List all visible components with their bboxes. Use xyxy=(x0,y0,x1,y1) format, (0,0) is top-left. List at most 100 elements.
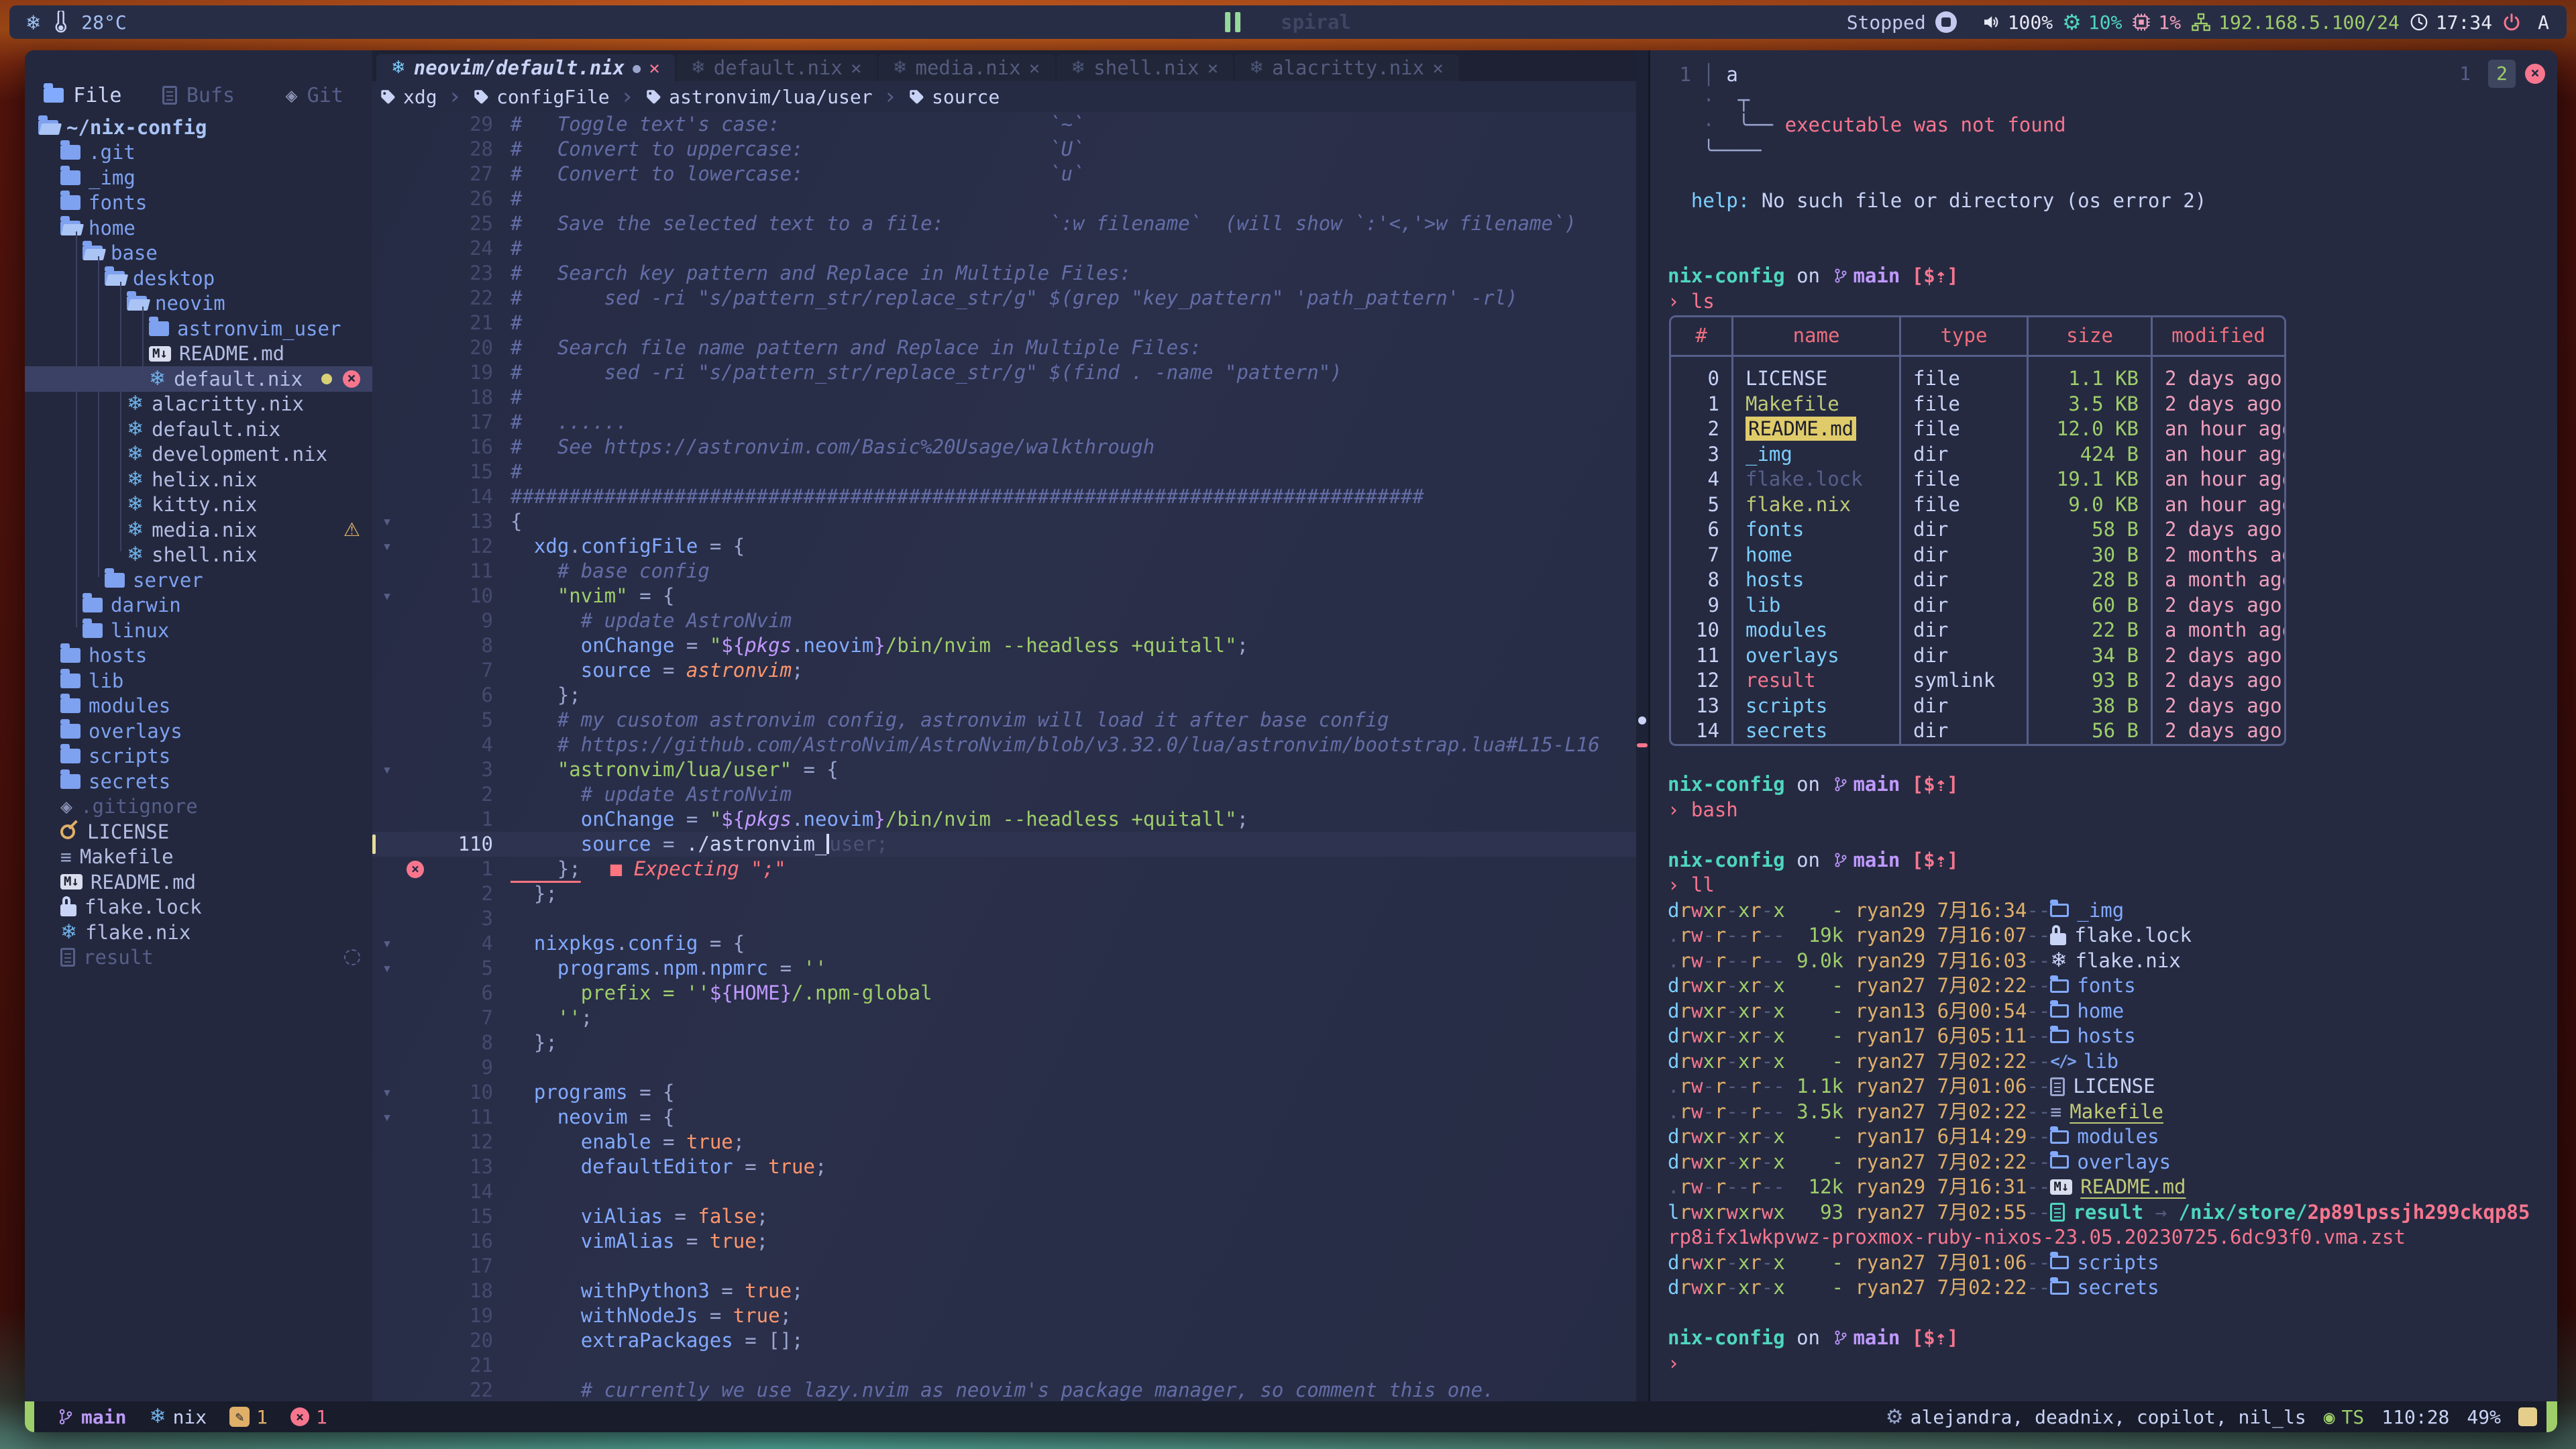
tree-item[interactable]: modules xyxy=(25,694,372,719)
table-header[interactable]: size xyxy=(2027,317,2151,357)
line-number: 3 xyxy=(429,906,511,931)
sidebar-tab-bufs[interactable]: Bufs xyxy=(141,84,257,107)
breadcrumb-item[interactable]: configFile xyxy=(472,86,610,108)
tree-item[interactable]: _img xyxy=(25,165,372,191)
shell-command[interactable]: › xyxy=(1668,1351,2557,1377)
table-header[interactable]: modified xyxy=(2151,317,2284,357)
line-number: 2 xyxy=(429,782,511,807)
fold-marker[interactable]: ▾ xyxy=(372,956,402,981)
power-icon xyxy=(2502,12,2522,32)
buffer-tab[interactable]: ❄shell.nix× xyxy=(1057,54,1234,81)
breadcrumb-item[interactable]: source xyxy=(908,86,1000,108)
line-number: 24 xyxy=(429,236,511,261)
close-icon[interactable]: × xyxy=(343,370,360,388)
cpu-indicator[interactable]: 1% xyxy=(2131,11,2181,34)
line-number: 13 xyxy=(429,1155,511,1179)
gear-icon: ⚙ xyxy=(1886,1405,1904,1429)
shell-command[interactable]: › bash xyxy=(1668,798,2557,823)
ll-row: drwxr-xr-x - ryan 27 7月 02:22 -- fonts xyxy=(1668,973,2557,999)
gnu-make-icon: ≡ xyxy=(60,846,72,868)
gear-icon: ⚙ xyxy=(2062,9,2082,35)
close-icon[interactable]: × xyxy=(1029,57,1040,79)
editor-scrollbar[interactable] xyxy=(1636,50,1648,1401)
terminal-tab-2[interactable]: 2 xyxy=(2488,60,2516,88)
git-icon: ◈ xyxy=(60,795,72,818)
terminal-pane[interactable]: 1 2 × 1 │ a · ┬ · ╰── executable was not… xyxy=(1648,50,2557,1401)
fold-marker[interactable]: ▾ xyxy=(372,757,402,782)
tree-item[interactable]: overlays xyxy=(25,718,372,744)
table-header[interactable]: type xyxy=(1899,317,2027,357)
tree-item[interactable]: M↓README.md xyxy=(25,869,372,895)
nix-icon: ❄ xyxy=(127,419,144,439)
fold-marker[interactable]: ▾ xyxy=(372,534,402,559)
nix-icon: ❄ xyxy=(60,922,77,943)
fold-marker[interactable]: ▾ xyxy=(372,1080,402,1105)
line-number: 13 xyxy=(429,509,511,534)
terminal-tab-1[interactable]: 1 xyxy=(2451,60,2479,88)
close-icon[interactable]: × xyxy=(649,57,660,79)
tree-item[interactable]: ≡Makefile xyxy=(25,845,372,870)
nix-icon: ❄ xyxy=(127,470,144,490)
shell-command[interactable]: › ll xyxy=(1668,873,2557,898)
editor-line: 27# Convert to lowercase: `u` xyxy=(372,162,1636,186)
tree-item[interactable]: fonts xyxy=(25,191,372,216)
chevron-right-icon: › xyxy=(883,83,897,110)
tree-item[interactable]: ◈.gitignore xyxy=(25,794,372,820)
buffer-tab[interactable]: ❄neovim/default.nix●× xyxy=(376,54,675,81)
table-header[interactable]: # xyxy=(1671,317,1731,357)
sidebar-tab-git[interactable]: ◈ Git xyxy=(256,84,372,107)
tree-item[interactable]: scripts xyxy=(25,744,372,769)
editor-line: 6 prefix = ''${HOME}/.npm-global xyxy=(372,981,1636,1006)
close-icon[interactable]: × xyxy=(1432,57,1444,79)
breadcrumb-item[interactable]: xdg xyxy=(379,86,437,108)
folder-icon xyxy=(60,195,80,210)
volume-indicator[interactable]: 100% xyxy=(1981,11,2053,34)
keyboard-layout[interactable]: A xyxy=(2538,11,2549,34)
editor-area: ❄neovim/default.nix●×❄default.nix×❄media… xyxy=(372,50,1636,1401)
close-icon[interactable]: × xyxy=(1207,57,1218,79)
line-number: 14 xyxy=(429,1179,511,1204)
tree-item[interactable]: ~/nix-config xyxy=(25,115,372,140)
breadcrumb-item[interactable]: astronvim/lua/user xyxy=(645,86,872,108)
folder-icon xyxy=(149,321,169,336)
tree-item[interactable]: LICENSE xyxy=(25,819,372,845)
tree-item[interactable]: lib xyxy=(25,668,372,694)
table-header[interactable]: name xyxy=(1731,317,1899,357)
fold-marker[interactable]: ▾ xyxy=(372,584,402,608)
tree-item[interactable]: secrets xyxy=(25,769,372,794)
clock-indicator[interactable]: 17:34 xyxy=(2409,11,2492,34)
shell-command[interactable]: › ls xyxy=(1668,289,2557,315)
memory-indicator[interactable]: ⚙ 10% xyxy=(2062,9,2122,35)
sidebar-tab-file[interactable]: File xyxy=(25,84,141,107)
statusline-git-branch[interactable]: main xyxy=(57,1406,126,1428)
ll-row: .rw-r--r-- 12k ryan 29 7月 16:31 -- M↓REA… xyxy=(1668,1175,2557,1200)
tree-item[interactable]: flake.lock xyxy=(25,895,372,920)
editor-line: 13 defaultEditor = true; xyxy=(372,1155,1636,1179)
tree-item[interactable]: ❄flake.nix xyxy=(25,920,372,945)
buffer-tab[interactable]: ❄alacritty.nix× xyxy=(1234,54,1458,81)
tree-item[interactable]: result xyxy=(25,945,372,971)
close-icon[interactable]: × xyxy=(851,57,862,79)
document-icon xyxy=(60,948,75,967)
tree-item[interactable]: hosts xyxy=(25,643,372,669)
close-icon[interactable]: × xyxy=(2525,64,2545,84)
line-number: 5 xyxy=(429,956,511,981)
power-button[interactable] xyxy=(2502,12,2522,32)
editor-line: 25# Save the selected text to a file: `:… xyxy=(372,211,1636,236)
statusline-filetype: ❄ nix xyxy=(149,1406,207,1428)
network-indicator[interactable]: 192.168.5.100/24 xyxy=(2190,11,2400,34)
buffer-tab[interactable]: ❄media.nix× xyxy=(878,54,1055,81)
fold-marker[interactable]: ▾ xyxy=(372,509,402,534)
fold-marker[interactable]: ▾ xyxy=(372,1105,402,1130)
editor-line: 4 # https://github.com/AstroNvim/AstroNv… xyxy=(372,733,1636,757)
tree-item[interactable]: .git xyxy=(25,140,372,166)
code-buffer[interactable]: 29# Toggle text's case: `~`28# Convert t… xyxy=(372,112,1636,1401)
buffer-tab[interactable]: ❄default.nix× xyxy=(676,54,877,81)
pause-icon[interactable] xyxy=(1225,12,1240,32)
stop-icon[interactable] xyxy=(1935,11,1957,33)
editor-line: ▾11 neovim = { xyxy=(372,1105,1636,1130)
fold-marker[interactable]: ▾ xyxy=(372,931,402,956)
editor-line: 28# Convert to uppercase: `U` xyxy=(372,137,1636,162)
statusline-errors[interactable]: × 1 xyxy=(290,1406,327,1428)
editor-line: 1 onChange = "${pkgs.neovim}/bin/nvim --… xyxy=(372,807,1636,832)
